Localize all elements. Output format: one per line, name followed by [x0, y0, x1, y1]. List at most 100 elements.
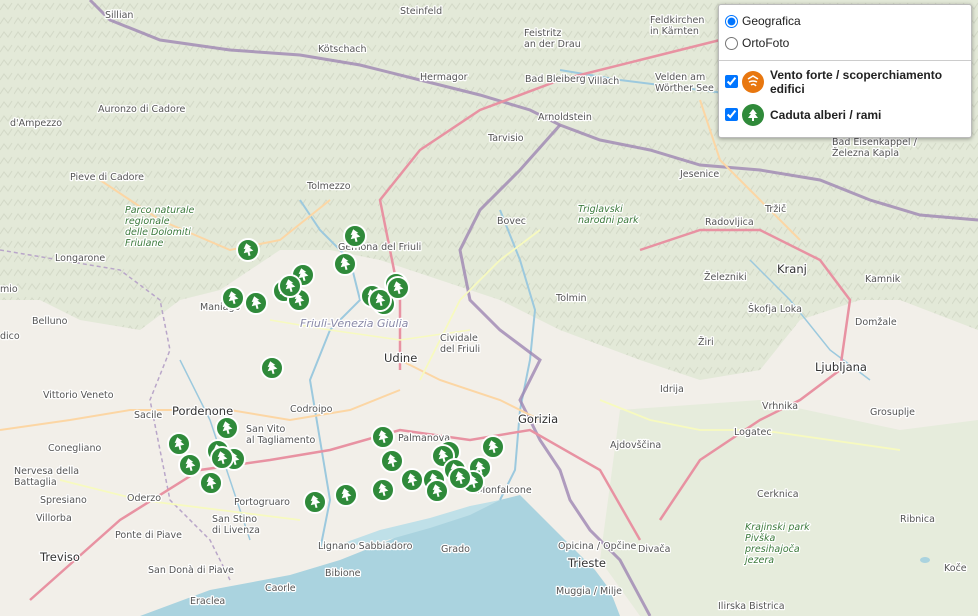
place-label: Ilirska Bistrica [718, 601, 785, 612]
overlay-checkbox-vento-forte[interactable] [725, 75, 738, 88]
place-label: Bovec [497, 216, 526, 227]
fallen-tree-marker[interactable] [260, 356, 284, 380]
fallen-tree-marker[interactable] [199, 471, 223, 495]
overlay-option-vento-forte[interactable]: Vento forte / scoperchiamento edifici [719, 65, 971, 98]
overlay-label[interactable]: Vento forte / scoperchiamento edifici [770, 68, 965, 96]
fallen-tree-marker[interactable] [178, 453, 202, 477]
fallen-tree-marker[interactable] [386, 276, 410, 300]
fallen-tree-marker[interactable] [236, 238, 260, 262]
fallen-tree-marker[interactable] [334, 483, 358, 507]
fallen-tree-marker[interactable] [371, 425, 395, 449]
place-label: San Donà di Piave [148, 565, 234, 576]
place-label: Logatec [734, 427, 772, 438]
place-label: Friuli-Venezia Giulia [300, 317, 409, 330]
place-label: San Stino di Livenza [212, 514, 260, 536]
place-label: Longarone [55, 253, 105, 264]
panel-separator [719, 60, 971, 61]
place-label: Spresiano [40, 495, 87, 506]
fallen-tree-marker[interactable] [425, 479, 449, 503]
overlay-option-caduta-alberi[interactable]: Caduta alberi / rami [719, 98, 971, 131]
place-label: Idrija [660, 384, 684, 395]
place-label: Eraclea [190, 596, 225, 607]
place-label: Vrhnika [762, 401, 798, 412]
place-label: Grado [441, 544, 470, 555]
place-label: Tarvisio [487, 133, 524, 144]
fallen-tree-marker[interactable] [215, 416, 239, 440]
place-label: Belluno [32, 316, 68, 327]
place-label: Steinfeld [400, 6, 442, 17]
place-label: Tolmin [555, 293, 587, 304]
place-label: Tolmezzo [306, 181, 351, 192]
place-label: Pieve di Cadore [70, 172, 144, 183]
place-label: Sacile [134, 410, 162, 421]
place-label: Pordenone [172, 404, 233, 418]
place-label: Treviso [39, 550, 80, 564]
place-label: Cerknica [757, 489, 799, 500]
place-label: Kötschach [318, 44, 367, 55]
fallen-tree-marker[interactable] [400, 468, 424, 492]
fallen-tree-marker[interactable] [278, 274, 302, 298]
base-layer-label[interactable]: OrtoFoto [742, 36, 789, 50]
place-label: d'Ampezzo [10, 118, 62, 129]
place-label: Škofja Loka [748, 303, 802, 315]
lake [920, 557, 930, 563]
overlay-checkbox-caduta-alberi[interactable] [725, 108, 738, 121]
place-label: Monfalcone [477, 485, 532, 496]
fallen-tree-marker[interactable] [210, 446, 234, 470]
fallen-tree-marker[interactable] [167, 432, 191, 456]
place-label: Kamnik [865, 274, 901, 285]
place-label: Divača [638, 544, 670, 555]
fallen-tree-marker[interactable] [244, 291, 268, 315]
place-label: Auronzo di Cadore [98, 104, 186, 115]
fallen-tree-marker[interactable] [333, 252, 357, 276]
place-label: Bibione [325, 568, 361, 579]
fallen-tree-marker[interactable] [481, 435, 505, 459]
fallen-tree-marker[interactable] [303, 490, 327, 514]
place-label: mio [0, 284, 18, 295]
place-label: Domžale [855, 317, 897, 328]
layer-control-panel: Geografica OrtoFoto Vento forte / scoper… [718, 4, 972, 138]
place-label: Tržič [764, 204, 786, 215]
wind-roof-icon [742, 70, 764, 93]
place-label: Opicina / Opčine [558, 541, 636, 552]
place-label: Ponte di Piave [115, 530, 182, 541]
place-label: Gorizia [518, 412, 558, 426]
karst-relief [600, 400, 978, 616]
fallen-tree-marker[interactable] [380, 449, 404, 473]
place-label: Jesenice [679, 169, 719, 180]
fallen-tree-marker[interactable] [371, 478, 395, 502]
base-layer-label[interactable]: Geografica [742, 14, 801, 28]
fallen-tree-icon [742, 103, 764, 126]
place-label: Muggia / Milje [556, 586, 622, 597]
place-label: Villach [588, 76, 619, 87]
place-label: Železniki [704, 271, 747, 283]
place-label: Koče [944, 563, 967, 574]
place-label: Cividale del Friuli [440, 333, 480, 355]
base-layer-radio-ortofoto[interactable] [725, 36, 738, 50]
fallen-tree-marker[interactable] [448, 466, 472, 490]
place-label: Kranj [777, 262, 807, 276]
place-label: Vittorio Veneto [43, 390, 114, 401]
place-label: Ribnica [900, 514, 935, 525]
place-label: Udine [384, 351, 417, 365]
place-label: Velden am Wörther See [655, 72, 714, 94]
place-label: Lignano Sabbiadoro [318, 541, 413, 552]
place-label: Arnoldstein [538, 112, 592, 123]
place-label: Trieste [567, 556, 606, 570]
place-label: Portogruaro [234, 497, 290, 508]
base-layer-radio-geografica[interactable] [725, 14, 738, 28]
fallen-tree-marker[interactable] [221, 286, 245, 310]
place-label: Sillian [105, 10, 133, 21]
place-label: Hermagor [420, 72, 468, 83]
place-label: Feldkirchen in Kärnten [650, 15, 704, 37]
fallen-tree-marker[interactable] [343, 224, 367, 248]
overlay-label[interactable]: Caduta alberi / rami [770, 108, 881, 122]
place-label: dico [0, 331, 20, 342]
place-label: Villorba [36, 513, 72, 524]
place-label: Radovljica [705, 217, 754, 228]
base-layer-option-geografica[interactable]: Geografica [719, 10, 971, 32]
place-label: Oderzo [127, 493, 161, 504]
place-label: Conegliano [48, 443, 101, 454]
base-layer-option-ortofoto[interactable]: OrtoFoto [719, 32, 971, 54]
place-label: Ljubljana [815, 360, 867, 374]
